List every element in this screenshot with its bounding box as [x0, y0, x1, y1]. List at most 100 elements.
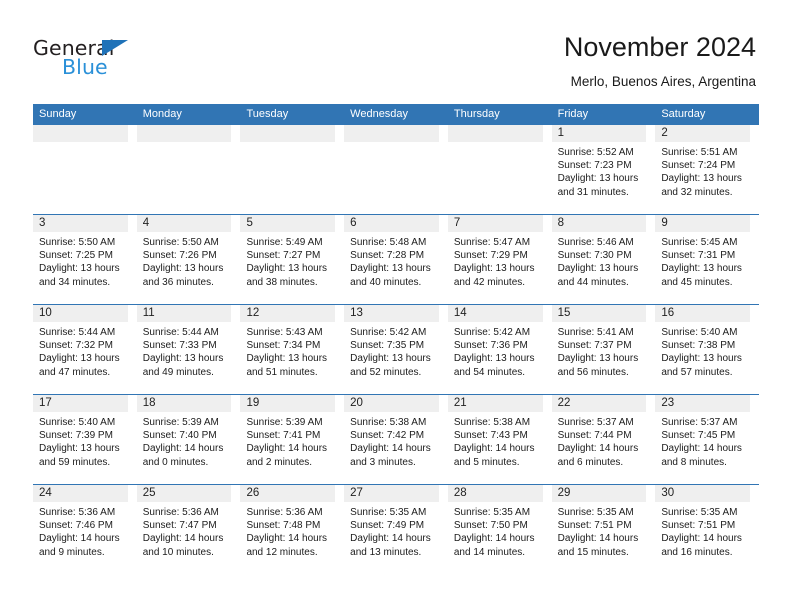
day-number	[344, 125, 439, 142]
day-detail-line: Daylight: 13 hours	[246, 353, 328, 365]
day-detail-line: Sunset: 7:28 PM	[350, 250, 425, 262]
day-cell-3[interactable]: 3 Sunrise: 5:50 AM Sunset: 7:25 PM Daylight…	[33, 215, 137, 304]
day-detail-line: Sunset: 7:37 PM	[557, 340, 632, 352]
day-detail-line: and 12 minutes.	[246, 546, 318, 558]
day-details: Sunrise: 5:50 AM Sunset: 7:25 PM Daylight:…	[33, 232, 132, 289]
day-cell-15[interactable]: 15 Sunrise: 5:41 AM Sunset: 7:37 PM Dayligh…	[551, 305, 656, 394]
day-details: Sunrise: 5:46 AM Sunset: 7:30 PM Daylight:…	[552, 232, 651, 289]
day-number	[136, 125, 232, 142]
day-cell-21[interactable]: 21 Sunrise: 5:38 AM Sunset: 7:43 PM Dayligh…	[447, 395, 552, 484]
day-detail-line: Sunrise: 5:42 AM	[453, 327, 531, 338]
day-cell-27[interactable]: 27 Sunrise: 5:35 AM Sunset: 7:49 PM Dayligh…	[344, 485, 448, 578]
day-cell-26[interactable]: 26 Sunrise: 5:36 AM Sunset: 7:48 PM Dayligh…	[240, 485, 345, 578]
day-detail-line: Sunrise: 5:43 AM	[246, 327, 323, 338]
day-cell-2[interactable]: 2 Sunrise: 5:51 AM Sunset: 7:24 PM Daylight…	[655, 125, 760, 214]
day-details: Sunrise: 5:40 AM Sunset: 7:38 PM Daylight:…	[655, 322, 754, 379]
day-detail-line: Sunset: 7:46 PM	[39, 520, 113, 532]
day-cell-7[interactable]: 7 Sunrise: 5:47 AM Sunset: 7:29 PM Daylight…	[447, 215, 552, 304]
day-detail-line: Sunset: 7:31 PM	[661, 250, 736, 262]
day-detail-line: Sunrise: 5:44 AM	[142, 327, 219, 338]
day-cell-19[interactable]: 19 Sunrise: 5:39 AM Sunset: 7:41 PM Dayligh…	[240, 395, 345, 484]
day-cell-17[interactable]: 17 Sunrise: 5:40 AM Sunset: 7:39 PM Dayligh…	[33, 395, 137, 484]
day-details: Sunrise: 5:43 AM Sunset: 7:34 PM Daylight:…	[240, 322, 339, 379]
day-detail-line: and 32 minutes.	[661, 186, 733, 198]
day-detail-line: Sunset: 7:24 PM	[661, 160, 736, 172]
day-detail-line: Sunset: 7:39 PM	[39, 430, 113, 442]
day-details: Sunrise: 5:35 AM Sunset: 7:50 PM Daylight:…	[448, 502, 547, 559]
day-cell-24[interactable]: 24 Sunrise: 5:36 AM Sunset: 7:46 PM Dayligh…	[33, 485, 137, 578]
day-detail-line: Sunrise: 5:39 AM	[142, 417, 219, 428]
general-blue-logo[interactable]: General Blue	[33, 36, 203, 86]
day-details	[137, 142, 236, 146]
day-detail-line: Sunrise: 5:50 AM	[39, 237, 116, 248]
day-details: Sunrise: 5:42 AM Sunset: 7:35 PM Daylight:…	[344, 322, 443, 379]
day-details: Sunrise: 5:42 AM Sunset: 7:36 PM Daylight:…	[448, 322, 547, 379]
day-number: 19	[240, 395, 336, 412]
day-detail-line: Daylight: 14 hours	[350, 443, 431, 455]
day-number: 20	[344, 395, 439, 412]
day-cell-10[interactable]: 10 Sunrise: 5:44 AM Sunset: 7:32 PM Dayligh…	[33, 305, 137, 394]
day-cell-28[interactable]: 28 Sunrise: 5:35 AM Sunset: 7:50 PM Dayligh…	[447, 485, 552, 578]
day-number: 23	[655, 395, 751, 412]
day-detail-line: Daylight: 13 hours	[39, 443, 120, 455]
day-cell-18[interactable]: 18 Sunrise: 5:39 AM Sunset: 7:40 PM Dayligh…	[136, 395, 241, 484]
day-detail-line: and 42 minutes.	[453, 276, 526, 288]
day-cell-8[interactable]: 8 Sunrise: 5:46 AM Sunset: 7:30 PM Daylight…	[551, 215, 656, 304]
day-number: 27	[344, 485, 439, 502]
day-cell-29[interactable]: 29 Sunrise: 5:35 AM Sunset: 7:51 PM Dayligh…	[551, 485, 656, 578]
week-row: 24 Sunrise: 5:36 AM Sunset: 7:46 PM Dayligh…	[33, 484, 760, 578]
day-detail-line: Sunset: 7:30 PM	[557, 250, 632, 262]
day-detail-line: Daylight: 13 hours	[246, 263, 328, 275]
weekday-header-wednesday: Wednesday	[350, 108, 409, 120]
day-detail-line: and 8 minutes.	[661, 456, 727, 468]
day-cell-16[interactable]: 16 Sunrise: 5:40 AM Sunset: 7:38 PM Dayligh…	[655, 305, 760, 394]
day-detail-line: Daylight: 13 hours	[39, 263, 120, 275]
day-cell-9[interactable]: 9 Sunrise: 5:45 AM Sunset: 7:31 PM Daylight…	[655, 215, 760, 304]
day-cell-23[interactable]: 23 Sunrise: 5:37 AM Sunset: 7:45 PM Dayligh…	[655, 395, 760, 484]
day-cell-22[interactable]: 22 Sunrise: 5:37 AM Sunset: 7:44 PM Dayligh…	[551, 395, 656, 484]
day-details: Sunrise: 5:44 AM Sunset: 7:33 PM Daylight:…	[137, 322, 236, 379]
day-cell-13[interactable]: 13 Sunrise: 5:42 AM Sunset: 7:35 PM Dayligh…	[344, 305, 448, 394]
day-details	[344, 142, 443, 146]
calendar-page: General Blue November 2024 Merlo, Buenos…	[0, 0, 792, 612]
day-number: 13	[344, 305, 439, 322]
day-cell-20[interactable]: 20 Sunrise: 5:38 AM Sunset: 7:42 PM Dayligh…	[344, 395, 448, 484]
day-cell-12[interactable]: 12 Sunrise: 5:43 AM Sunset: 7:34 PM Dayligh…	[240, 305, 345, 394]
day-details	[33, 142, 132, 146]
day-detail-line: Sunrise: 5:36 AM	[142, 507, 219, 518]
day-detail-line: Sunset: 7:29 PM	[453, 250, 528, 262]
page-header: General Blue November 2024 Merlo, Buenos…	[0, 0, 792, 103]
weekday-header-tuesday: Tuesday	[246, 108, 289, 120]
day-detail-line: Sunrise: 5:49 AM	[246, 237, 323, 248]
day-detail-line: and 36 minutes.	[142, 276, 214, 288]
day-detail-line: and 45 minutes.	[661, 276, 733, 288]
day-cell-6[interactable]: 6 Sunrise: 5:48 AM Sunset: 7:28 PM Daylight…	[344, 215, 448, 304]
day-details: Sunrise: 5:38 AM Sunset: 7:43 PM Daylight:…	[448, 412, 547, 469]
day-cell-5[interactable]: 5 Sunrise: 5:49 AM Sunset: 7:27 PM Daylight…	[240, 215, 345, 304]
day-detail-line: Sunset: 7:23 PM	[557, 160, 632, 172]
day-detail-line: Daylight: 14 hours	[661, 533, 742, 545]
weekday-header-thursday: Thursday	[453, 108, 500, 120]
day-cell-11[interactable]: 11 Sunrise: 5:44 AM Sunset: 7:33 PM Dayligh…	[136, 305, 241, 394]
day-details: Sunrise: 5:39 AM Sunset: 7:41 PM Daylight:…	[240, 412, 339, 469]
day-detail-line: Sunset: 7:33 PM	[142, 340, 217, 352]
weekday-header-friday: Friday	[557, 108, 589, 120]
day-number	[447, 125, 543, 142]
day-details: Sunrise: 5:41 AM Sunset: 7:37 PM Daylight:…	[552, 322, 651, 379]
week-row: 3 Sunrise: 5:50 AM Sunset: 7:25 PM Daylight…	[33, 214, 760, 304]
day-detail-line: and 51 minutes.	[246, 366, 318, 378]
day-cell-30[interactable]: 30 Sunrise: 5:35 AM Sunset: 7:51 PM Dayligh…	[655, 485, 760, 578]
day-detail-line: Sunset: 7:50 PM	[453, 520, 528, 532]
day-cell-25[interactable]: 25 Sunrise: 5:36 AM Sunset: 7:47 PM Dayligh…	[136, 485, 241, 578]
day-detail-line: and 6 minutes.	[557, 456, 624, 468]
day-detail-line: Sunrise: 5:36 AM	[246, 507, 323, 518]
day-detail-line: and 15 minutes.	[557, 546, 629, 558]
day-detail-line: Daylight: 14 hours	[142, 443, 224, 455]
day-cell-14[interactable]: 14 Sunrise: 5:42 AM Sunset: 7:36 PM Dayligh…	[447, 305, 552, 394]
day-cell-4[interactable]: 4 Sunrise: 5:50 AM Sunset: 7:26 PM Daylight…	[136, 215, 241, 304]
day-cell-empty	[136, 125, 241, 214]
day-cell-1[interactable]: 1 Sunrise: 5:52 AM Sunset: 7:23 PM Daylight…	[551, 125, 656, 214]
day-detail-line: Sunrise: 5:46 AM	[557, 237, 634, 248]
day-number: 25	[136, 485, 232, 502]
day-detail-line: and 40 minutes.	[350, 276, 422, 288]
